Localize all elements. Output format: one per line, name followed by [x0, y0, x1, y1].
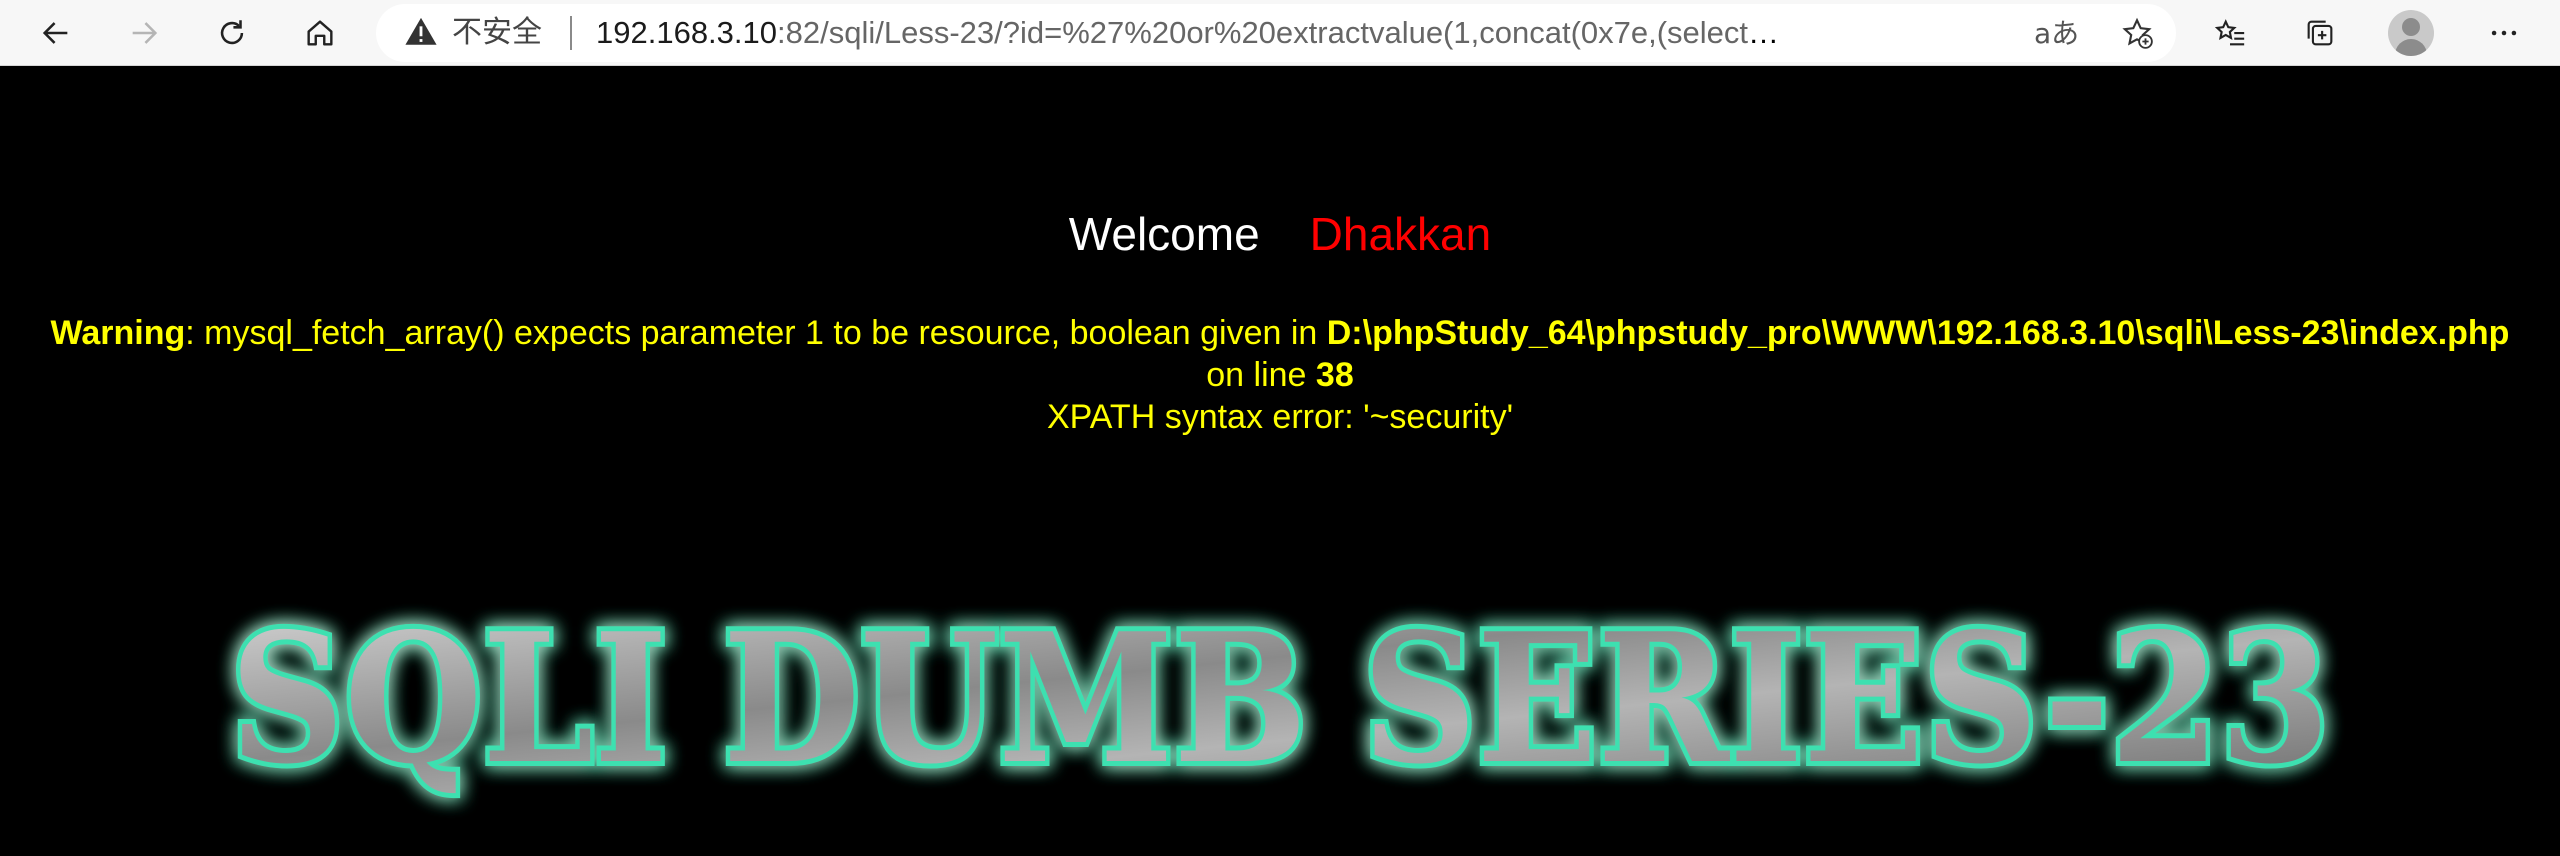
url-host: 192.168.3.10 — [596, 15, 778, 50]
browser-toolbar: 不安全 192.168.3.10:82/sqli/Less-23/?id=%27… — [0, 0, 2560, 66]
address-bar[interactable]: 不安全 192.168.3.10:82/sqli/Less-23/?id=%27… — [376, 4, 2176, 62]
banner-text: SQLI DUMB SERIES-23 — [230, 594, 2330, 803]
address-divider — [570, 16, 572, 50]
welcome-line: Welcome Dhakkan — [0, 206, 2560, 262]
series-banner-graphic: SQLI DUMB SERIES-23 — [225, 589, 2335, 808]
php-warning: Warning: mysql_fetch_array() expects par… — [0, 312, 2560, 396]
page-content: Welcome Dhakkan Warning: mysql_fetch_arra… — [0, 66, 2560, 856]
user-name: Dhakkan — [1309, 208, 1492, 260]
warning-icon[interactable] — [404, 15, 438, 49]
warning-line-prefix: on line — [1206, 356, 1316, 394]
warning-file: D:\phpStudy_64\phpstudy_pro\WWW\192.168.… — [1326, 314, 2510, 352]
favorite-add-icon — [2122, 17, 2153, 49]
series-banner: SQLI DUMB SERIES-23 — [210, 566, 2350, 846]
back-arrow-icon — [42, 22, 68, 44]
warning-prefix: Warning — [50, 314, 186, 352]
refresh-button[interactable] — [204, 5, 260, 61]
home-button[interactable] — [292, 5, 348, 61]
xpath-error: XPATH syntax error: '~security' — [1046, 398, 1514, 436]
welcome-label: Welcome — [1068, 208, 1260, 260]
favorites-button[interactable] — [2202, 5, 2258, 61]
warning-line: 38 — [1315, 356, 1354, 394]
read-aloud-button[interactable]: aあ — [2034, 12, 2079, 52]
favorite-add-button[interactable] — [2116, 12, 2158, 54]
warning-message: : mysql_fetch_array() expects parameter … — [185, 314, 1327, 352]
favorites-icon — [2214, 19, 2245, 46]
back-button[interactable] — [28, 5, 84, 61]
forward-button[interactable] — [116, 5, 172, 61]
more-icon — [2491, 30, 2517, 36]
collections-icon — [2307, 20, 2333, 46]
security-label[interactable]: 不安全 — [452, 14, 542, 52]
more-button[interactable] — [2476, 5, 2532, 61]
forward-arrow-icon — [132, 22, 158, 44]
url-text[interactable]: 192.168.3.10:82/sqli/Less-23/?id=%27%20o… — [596, 14, 1806, 52]
collections-button[interactable] — [2292, 5, 2348, 61]
url-path: :82/sqli/Less-23/?id=%27%20or%20extractv… — [777, 15, 1806, 50]
refresh-icon — [220, 20, 244, 45]
home-icon — [307, 20, 333, 46]
profile-avatar-icon[interactable] — [2388, 10, 2434, 56]
